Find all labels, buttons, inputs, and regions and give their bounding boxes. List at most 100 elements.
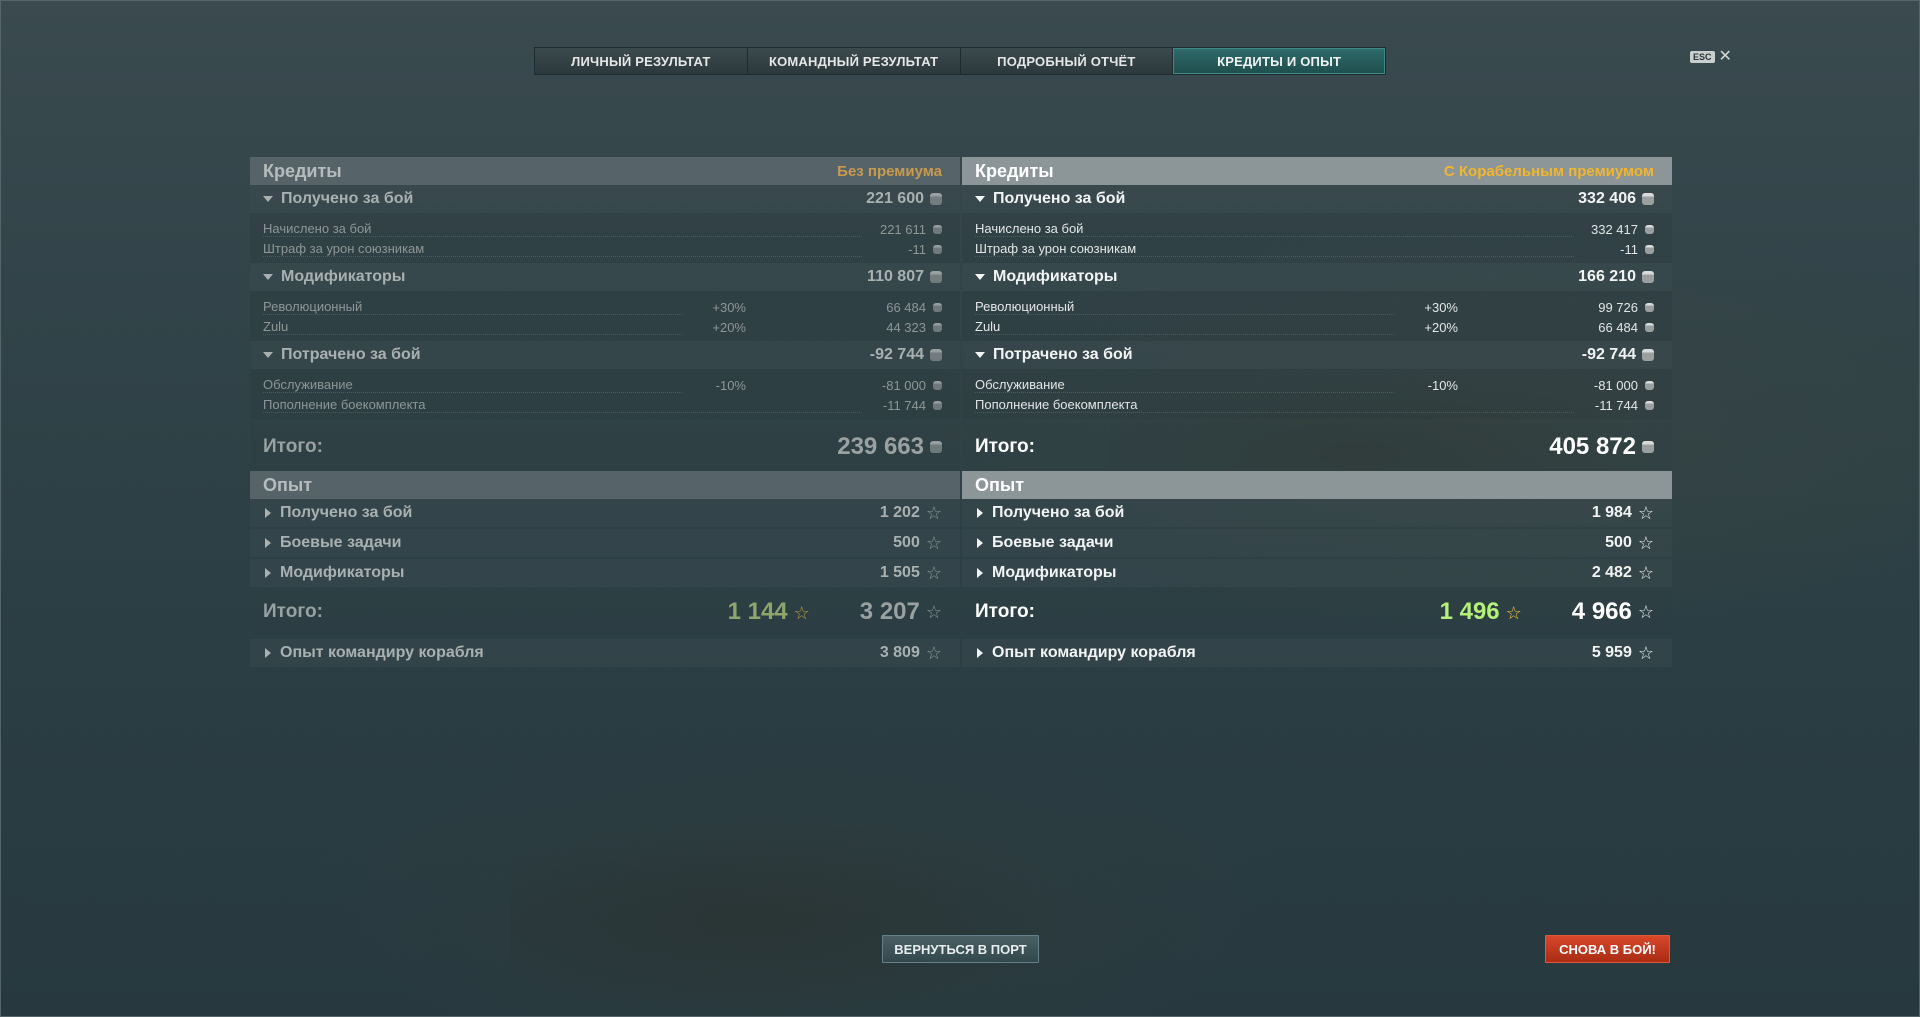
panel-no-premium: Кредиты Без премиума Получено за бой 221…: [250, 157, 960, 667]
row-label: Опыт командиру корабля: [992, 644, 1196, 661]
collapse-arrow-icon[interactable]: [263, 274, 273, 280]
credits-coin-icon: [1645, 224, 1654, 234]
spent-details: Обслуживание -10% -81 000 Пополнение бое…: [250, 369, 960, 419]
xp-earned-row[interactable]: Получено за бой 1 202 ☆: [250, 499, 960, 527]
credits-coin-icon: [1642, 271, 1654, 283]
results-tabs: ЛИЧНЫЙ РЕЗУЛЬТАТ КОМАНДНЫЙ РЕЗУЛЬТАТ ПОД…: [534, 47, 1386, 75]
xp-total-row: Итого: 1 144 ☆ 3 207 ☆: [250, 587, 960, 637]
list-item: Пополнение боекомплекта -11 744: [250, 395, 960, 415]
row-value: 1 505: [879, 564, 920, 581]
modifiers-group[interactable]: Модификаторы 166 210: [962, 263, 1672, 291]
group-value: 166 210: [1578, 268, 1636, 285]
xp-title: Опыт: [975, 474, 1025, 495]
item-percent: +30%: [1424, 299, 1458, 315]
xp-star-icon: ☆: [1637, 533, 1654, 553]
xp-tasks-row[interactable]: Боевые задачи 500 ☆: [962, 529, 1672, 557]
item-value: -81 000: [881, 377, 926, 393]
row-label: Модификаторы: [992, 564, 1117, 581]
expand-arrow-icon[interactable]: [265, 568, 271, 578]
panel-premium: Кредиты С Корабельным премиумом Получено…: [962, 157, 1672, 667]
collapse-arrow-icon[interactable]: [975, 196, 985, 202]
xp-modifiers-row[interactable]: Модификаторы 1 505 ☆: [250, 559, 960, 587]
xp-tasks-row[interactable]: Боевые задачи 500 ☆: [250, 529, 960, 557]
premium-label: Без премиума: [837, 162, 942, 180]
modifiers-group[interactable]: Модификаторы 110 807: [250, 263, 960, 291]
item-label: Zulu: [975, 319, 1394, 335]
item-percent: -10%: [715, 377, 746, 393]
spent-group[interactable]: Потрачено за бой -92 744: [250, 341, 960, 369]
tab-detailed-report[interactable]: ПОДРОБНЫЙ ОТЧЁТ: [960, 48, 1174, 74]
credits-title: Кредиты: [263, 160, 342, 181]
commander-xp-row[interactable]: Опыт командиру корабля 5 959 ☆: [962, 639, 1672, 667]
credits-coin-icon: [1645, 244, 1654, 254]
close-icon[interactable]: ✕: [1719, 49, 1732, 65]
credits-coin-icon: [930, 349, 942, 361]
expand-arrow-icon[interactable]: [977, 648, 983, 658]
item-label: Революционный: [263, 299, 682, 315]
spent-group[interactable]: Потрачено за бой -92 744: [962, 341, 1672, 369]
collapse-arrow-icon[interactable]: [263, 196, 273, 202]
collapse-arrow-icon[interactable]: [263, 352, 273, 358]
group-label: Получено за бой: [993, 190, 1126, 207]
collapse-arrow-icon[interactable]: [975, 274, 985, 280]
return-to-port-button[interactable]: ВЕРНУТЬСЯ В ПОРТ: [882, 935, 1039, 963]
list-item: Zulu +20% 66 484: [962, 317, 1672, 337]
item-value: 44 323: [886, 319, 926, 335]
item-value: 332 417: [1591, 221, 1638, 237]
group-label: Модификаторы: [281, 268, 406, 285]
expand-arrow-icon[interactable]: [265, 508, 271, 518]
item-value: -81 000: [1593, 377, 1638, 393]
spent-details: Обслуживание -10% -81 000 Пополнение бое…: [962, 369, 1672, 419]
credits-coin-icon: [933, 380, 942, 390]
xp-star-icon: ☆: [925, 643, 942, 663]
esc-key-badge: ESC: [1690, 51, 1715, 63]
row-value: 5 959: [1591, 644, 1632, 661]
row-value: 1 984: [1591, 504, 1632, 521]
expand-arrow-icon[interactable]: [265, 538, 271, 548]
item-label: Обслуживание: [975, 377, 1394, 393]
xp-earned-row[interactable]: Получено за бой 1 984 ☆: [962, 499, 1672, 527]
expand-arrow-icon[interactable]: [977, 568, 983, 578]
earned-details: Начислено за бой 221 611 Штраф за урон с…: [250, 213, 960, 263]
row-label: Боевые задачи: [280, 534, 402, 551]
close-button[interactable]: ESC ✕: [1690, 49, 1732, 65]
list-item: Штраф за урон союзникам -11: [962, 239, 1672, 259]
tab-team-result[interactable]: КОМАНДНЫЙ РЕЗУЛЬТАТ: [747, 48, 961, 74]
expand-arrow-icon[interactable]: [265, 648, 271, 658]
item-value: -11 744: [882, 397, 926, 413]
earned-group[interactable]: Получено за бой 332 406: [962, 185, 1672, 213]
expand-arrow-icon[interactable]: [977, 538, 983, 548]
credits-coin-icon: [933, 400, 942, 410]
row-label: Получено за бой: [280, 504, 413, 521]
xp-base-value: 1 496 ☆: [1440, 598, 1522, 626]
item-value: -11: [1620, 241, 1638, 257]
credits-coin-icon: [1645, 380, 1654, 390]
commander-xp-row[interactable]: Опыт командиру корабля 3 809 ☆: [250, 639, 960, 667]
xp-modifiers-row[interactable]: Модификаторы 2 482 ☆: [962, 559, 1672, 587]
tab-personal-result[interactable]: ЛИЧНЫЙ РЕЗУЛЬТАТ: [535, 48, 748, 74]
modifiers-details: Революционный +30% 99 726 Zulu +20% 66 4…: [962, 291, 1672, 341]
collapse-arrow-icon[interactable]: [975, 352, 985, 358]
expand-arrow-icon[interactable]: [977, 508, 983, 518]
xp-star-icon: ☆: [925, 503, 942, 523]
xp-total-value: 4 966: [1571, 598, 1632, 625]
row-value: 500: [893, 534, 920, 551]
credits-coin-icon: [1642, 441, 1654, 453]
battle-again-button[interactable]: СНОВА В БОЙ!: [1545, 935, 1670, 963]
item-label: Zulu: [263, 319, 682, 335]
credits-coin-icon: [1645, 400, 1654, 410]
item-label: Пополнение боекомплекта: [975, 397, 1574, 413]
credits-header: Кредиты С Корабельным премиумом: [962, 157, 1672, 185]
item-value: -11 744: [1594, 397, 1638, 413]
earned-group[interactable]: Получено за бой 221 600: [250, 185, 960, 213]
background-ship: [510, 820, 1110, 1017]
item-label: Штраф за урон союзникам: [263, 241, 862, 257]
xp-base-number: 1 144: [727, 598, 788, 625]
xp-total-row: Итого: 1 496 ☆ 4 966 ☆: [962, 587, 1672, 637]
tab-credits-xp[interactable]: КРЕДИТЫ И ОПЫТ: [1173, 48, 1385, 74]
xp-star-icon: ☆: [1637, 563, 1654, 583]
credits-coin-icon: [1642, 193, 1654, 205]
credits-coin-icon: [930, 193, 942, 205]
premium-label: С Корабельным премиумом: [1443, 162, 1654, 180]
row-value: 1 202: [879, 504, 920, 521]
